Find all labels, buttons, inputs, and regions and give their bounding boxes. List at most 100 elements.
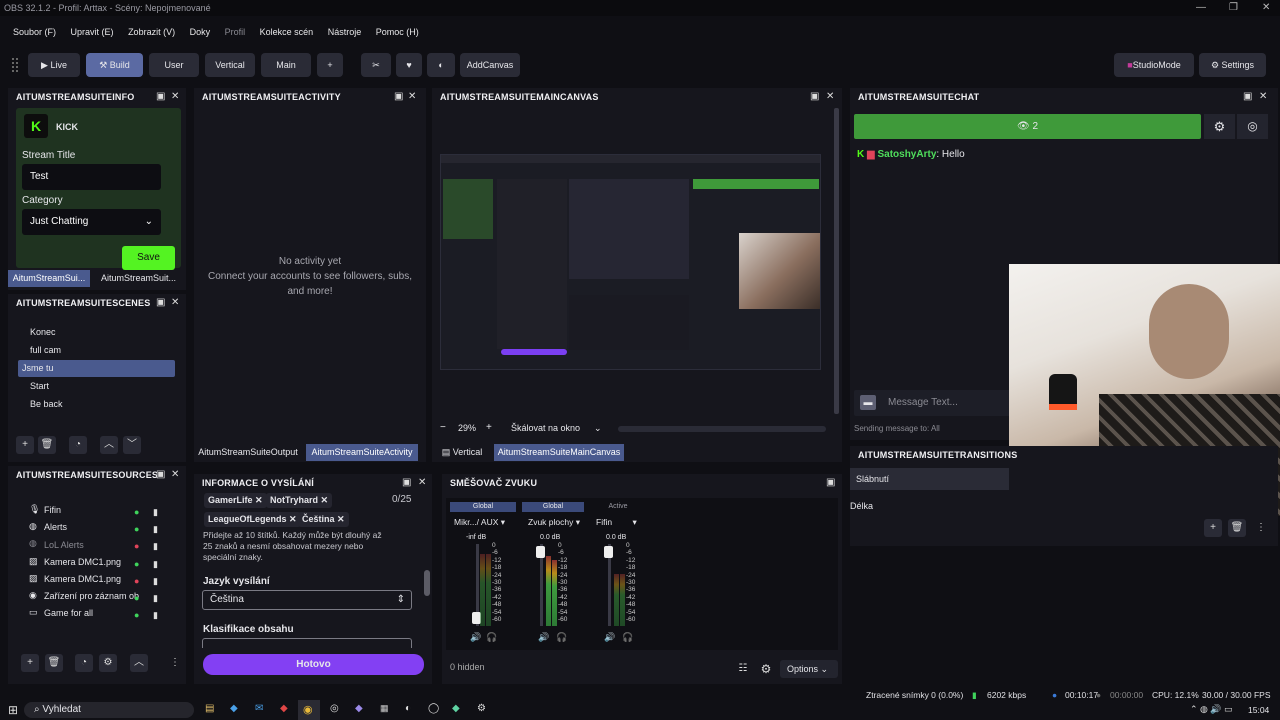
tab-maincanvas[interactable]: AitumStreamSuiteMainCanvas	[494, 444, 624, 461]
channel-name[interactable]: Mikr.../ AUX ▾	[454, 517, 505, 528]
mail-app-icon[interactable]: ✉	[255, 703, 263, 714]
menu-zobrazit[interactable]: Zobrazit (V)	[128, 27, 175, 37]
close-icon[interactable]: ✕	[171, 294, 180, 312]
move-up-button[interactable]: ︿	[100, 436, 118, 454]
drag-handle-icon[interactable]	[12, 58, 18, 72]
menu-soubor[interactable]: Soubor (F)	[13, 27, 56, 37]
fader-handle[interactable]	[604, 546, 613, 558]
vertical-button[interactable]: Vertical	[205, 53, 255, 77]
close-icon[interactable]: ✕	[171, 466, 180, 484]
tag-chip[interactable]: LeagueOfLegends ✕	[204, 512, 301, 527]
float-icon[interactable]: ▣	[826, 474, 836, 492]
app-icon[interactable]: ◯	[428, 703, 439, 714]
maximize-icon[interactable]: ❐	[1229, 0, 1238, 16]
live-button[interactable]: ▶ Live	[28, 53, 80, 77]
app-icon[interactable]: ◆	[355, 703, 363, 714]
scene-item[interactable]: Be back	[30, 399, 63, 409]
gear-icon[interactable]: ⚙	[99, 654, 117, 672]
user-button[interactable]: User	[149, 53, 199, 77]
menu-profil[interactable]: Profil	[225, 27, 246, 37]
classification-select[interactable]	[202, 638, 412, 648]
menu-doky[interactable]: Doky	[190, 27, 211, 37]
scene-item[interactable]: full cam	[30, 345, 61, 355]
addcanvas-button[interactable]: AddCanvas	[460, 53, 520, 77]
obs-app-icon[interactable]: ◎	[330, 703, 339, 714]
remove-source-button[interactable]: 🗑	[45, 654, 63, 672]
gear-icon[interactable]: ⚙	[757, 660, 775, 678]
scale-select[interactable]: Škálovat na okno ⌄	[511, 423, 602, 434]
more-icon[interactable]: ⋮	[166, 654, 184, 672]
scene-item[interactable]: Start	[30, 381, 49, 391]
source-item[interactable]: Game for all	[44, 608, 93, 618]
settings-button[interactable]: ⚙ Settings	[1199, 53, 1266, 77]
category-select[interactable]: Just Chatting ⌄	[22, 209, 161, 235]
broadcast-scrollbar[interactable]	[424, 570, 430, 596]
sliders-icon[interactable]: ☷	[734, 660, 752, 678]
steam-app-icon[interactable]: ◐	[405, 703, 411, 714]
source-item[interactable]: Alerts	[44, 522, 67, 532]
speaker-icon[interactable]: 🔊	[604, 632, 615, 643]
source-item[interactable]: Kamera DMC1.png	[44, 557, 121, 567]
tab-output[interactable]: AitumStreamSuiteOutput	[194, 444, 302, 461]
transition-select[interactable]: Slábnutí	[850, 468, 1009, 490]
close-icon[interactable]: ✕	[408, 88, 417, 106]
horizontal-scrollbar[interactable]	[618, 426, 826, 432]
more-icon[interactable]: ⋮	[1252, 519, 1270, 537]
menu-pomoc[interactable]: Pomoc (H)	[376, 27, 419, 37]
app-icon[interactable]: ▦	[380, 703, 389, 714]
close-icon[interactable]: ✕	[826, 88, 835, 106]
language-select[interactable]: Čeština ⇕	[202, 590, 412, 610]
filter-icon[interactable]: ◔	[69, 436, 87, 454]
tag-chip[interactable]: Čeština ✕	[298, 512, 349, 527]
close-icon[interactable]: ✕	[255, 495, 263, 505]
move-up-button[interactable]: ︿	[130, 654, 148, 672]
menu-upravit[interactable]: Upravit (E)	[71, 27, 114, 37]
channel-name[interactable]: Fifin ▾	[596, 517, 637, 528]
close-icon[interactable]: ✕	[289, 514, 297, 524]
close-icon[interactable]: ✕	[1262, 0, 1270, 16]
tray-icons[interactable]: ⌃ ◍ 🔊 ▭	[1190, 704, 1233, 715]
app-icon[interactable]: ◆	[280, 703, 288, 714]
lock-icons[interactable]: ▮ ▮ ▮ ▮ ▮ ▮ ▮	[153, 504, 158, 624]
save-button[interactable]: Save	[122, 246, 175, 270]
stream-title-input[interactable]: Test	[22, 164, 161, 190]
source-item[interactable]: Zařízení pro záznam ob	[44, 591, 139, 601]
float-icon[interactable]: ▣	[394, 88, 404, 106]
taskbar-search[interactable]: ⌕ Vyhledat	[24, 702, 194, 718]
gear-icon[interactable]: ⚙	[477, 703, 486, 714]
visibility-icons[interactable]: ● ● ● ● ● ● ●	[134, 504, 139, 624]
add-scene-button[interactable]: +	[16, 436, 34, 454]
source-item[interactable]: Fifin	[44, 505, 61, 515]
headphones-icon[interactable]: 🎧	[486, 632, 497, 643]
chat-popout-button[interactable]: ◎	[1237, 114, 1268, 139]
chat-settings-button[interactable]: ⚙	[1204, 114, 1235, 139]
windows-start-icon[interactable]: ⊞	[8, 703, 18, 717]
tab-info-1[interactable]: AitumStreamSui...	[8, 270, 90, 287]
done-button[interactable]: Hotovo	[203, 654, 424, 675]
speaker-icon[interactable]: 🔊	[538, 632, 549, 643]
main-button[interactable]: Main	[261, 53, 311, 77]
tab-activity[interactable]: AitumStreamSuiteActivity	[306, 444, 418, 461]
remove-scene-button[interactable]: 🗑	[38, 436, 56, 454]
app-icon[interactable]: ◆	[230, 703, 238, 714]
minimize-icon[interactable]: —	[1196, 0, 1206, 16]
filter-icon[interactable]: ◔	[75, 654, 93, 672]
chrome-app-icon[interactable]: ◉	[298, 700, 320, 720]
source-item[interactable]: LoL Alerts	[44, 540, 84, 550]
tools-icon[interactable]: ✂	[361, 53, 391, 77]
build-button[interactable]: ⚒ Build	[86, 53, 143, 77]
move-down-button[interactable]: ﹀	[123, 436, 141, 454]
close-icon[interactable]: ✕	[418, 474, 427, 492]
heart-icon[interactable]: ♥	[396, 53, 422, 77]
close-icon[interactable]: ✕	[171, 88, 180, 106]
options-button[interactable]: Options ⌄	[780, 660, 838, 678]
canvas-scrollbar[interactable]	[834, 108, 839, 414]
menu-nastroje[interactable]: Nástroje	[328, 27, 362, 37]
scene-item-selected[interactable]: Jsme tu	[22, 363, 54, 373]
menu-kolekce[interactable]: Kolekce scén	[260, 27, 314, 37]
add-source-button[interactable]: +	[21, 654, 39, 672]
tab-info-2[interactable]: AitumStreamSuit...	[96, 270, 181, 287]
zoom-out-button[interactable]: −	[440, 422, 446, 433]
float-icon[interactable]: ▣	[402, 474, 412, 492]
headphones-icon[interactable]: 🎧	[556, 632, 567, 643]
